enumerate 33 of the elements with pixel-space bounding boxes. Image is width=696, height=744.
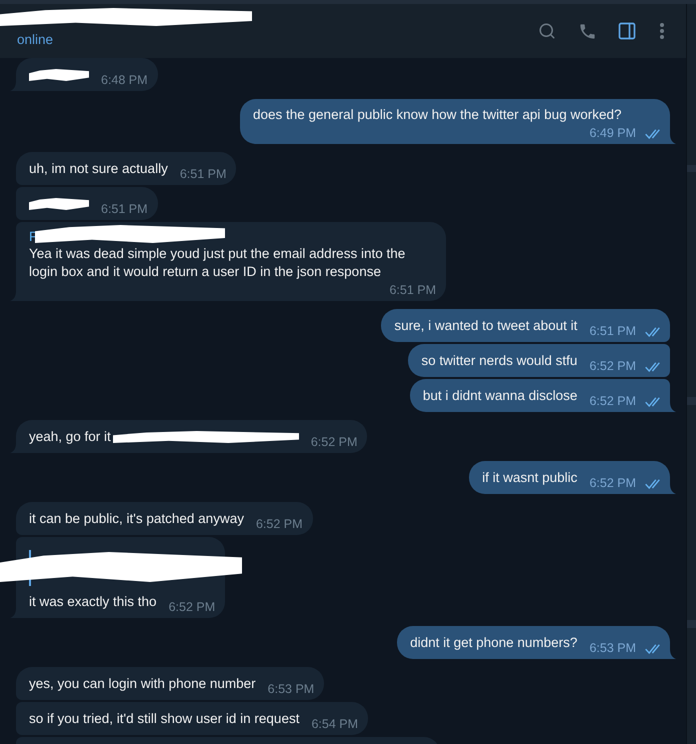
message-text: sure, i wanted to tweet about it <box>394 317 578 335</box>
message-text: so if you tried, it'd still show user id in request <box>29 710 300 728</box>
message-text: yeah, go for it <box>29 428 111 446</box>
message-time: 6:48 PM <box>101 74 148 87</box>
message-time: 6:51 PM <box>389 284 436 297</box>
message-time: 6:51 PM <box>589 325 636 338</box>
message-text: it can be public, it's patched anyway <box>29 510 244 528</box>
message-text: uh, im not sure actually <box>29 160 168 178</box>
message-text: didnt it get phone numbers? <box>410 634 578 652</box>
message-text: yes, you can login with phone number <box>29 675 256 693</box>
message-time: 6:49 PM <box>589 127 636 140</box>
message-time: 6:53 PM <box>268 683 314 696</box>
message-text: does the general public know how the twitter api bug worked? <box>253 106 622 124</box>
message-time: 6:51 PM <box>101 203 148 216</box>
message-time: 6:54 PM <box>311 718 358 731</box>
message-text: it was exactly this tho <box>29 593 157 611</box>
message-text: if it wasnt public <box>482 469 578 487</box>
contact-status: online <box>16 32 54 48</box>
phone-icon <box>578 22 596 40</box>
message-time: 6:53 PM <box>589 642 636 655</box>
message-time: 6:51 PM <box>180 168 226 181</box>
message-time: 6:52 PM <box>168 601 216 614</box>
message-time: 6:52 PM <box>589 360 636 373</box>
message-text: but i didnt wanna disclose <box>422 387 578 405</box>
message-time: 6:52 PM <box>256 518 303 531</box>
message-text: Yea it was dead simple youd just put the email address into the login box and it would return a user ID in the json response <box>29 245 406 281</box>
message-time: 6:52 PM <box>589 477 636 490</box>
more-icon <box>660 23 664 39</box>
message-time: 6:52 PM <box>310 436 358 449</box>
message-text: so twitter nerds would stfu <box>421 352 578 370</box>
search-icon <box>538 22 556 40</box>
side-panel-icon <box>617 21 637 41</box>
message-time: 6:52 PM <box>589 395 636 408</box>
